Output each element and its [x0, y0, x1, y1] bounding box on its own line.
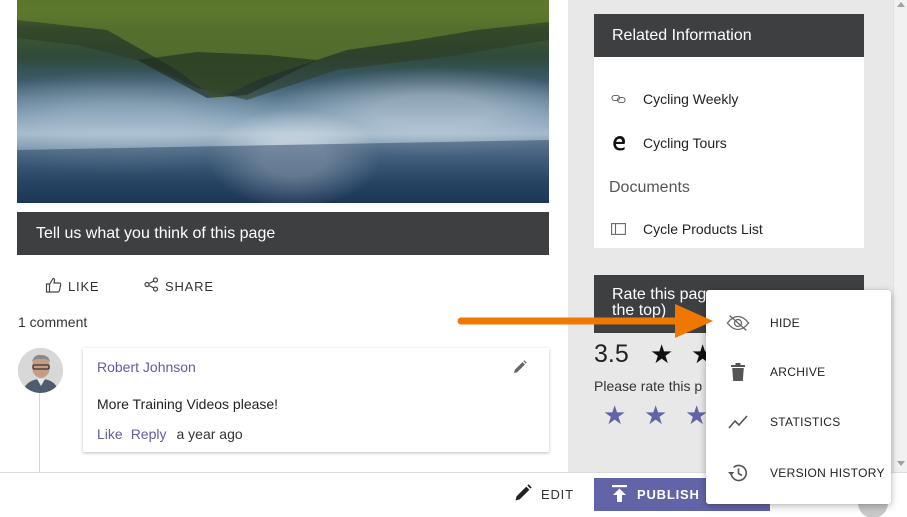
- rate-star-3-icon[interactable]: ★: [685, 402, 708, 428]
- menu-item-version-history[interactable]: VERSION HISTORY: [706, 448, 891, 498]
- edge-browser-icon: [610, 135, 627, 151]
- like-label: LIKE: [68, 278, 100, 294]
- pencil-icon[interactable]: [513, 360, 527, 379]
- comment-card: Robert Johnson More Training Videos plea…: [83, 348, 549, 452]
- share-label: SHARE: [165, 278, 214, 294]
- link-icon: [610, 94, 627, 104]
- documents-heading: Documents: [609, 179, 690, 196]
- menu-item-archive[interactable]: ARCHIVE: [706, 347, 891, 397]
- related-document-cycle-products-list[interactable]: Cycle Products List: [610, 221, 763, 237]
- page: Tell us what you think of this page LIKE…: [0, 0, 907, 517]
- thread-line: [39, 393, 40, 473]
- like-button[interactable]: LIKE: [45, 276, 99, 296]
- hide-eye-icon: [726, 311, 750, 335]
- trash-icon: [726, 360, 750, 384]
- list-layout-icon: [610, 223, 627, 235]
- scrollbar[interactable]: [893, 0, 907, 472]
- menu-item-label: VERSION HISTORY: [770, 466, 885, 480]
- edit-label: EDIT: [541, 487, 574, 502]
- related-link-label: Cycling Weekly: [643, 91, 739, 107]
- rate-star-2-icon[interactable]: ★: [644, 402, 667, 428]
- edit-button[interactable]: EDIT: [514, 484, 574, 505]
- orange-pointer-arrow-icon: [457, 302, 717, 347]
- related-information-header: Related Information: [594, 14, 864, 57]
- menu-item-statistics[interactable]: STATISTICS: [706, 397, 891, 447]
- share-button[interactable]: SHARE: [144, 276, 214, 296]
- comment-timestamp: a year ago: [176, 426, 243, 442]
- share-icon: [144, 277, 159, 295]
- related-document-label: Cycle Products List: [643, 221, 763, 237]
- comment-author[interactable]: Robert Johnson: [97, 359, 196, 375]
- related-link-label: Cycling Tours: [643, 135, 727, 151]
- related-link-cycling-weekly[interactable]: Cycling Weekly: [610, 91, 738, 107]
- comment-count: 1 comment: [18, 314, 88, 330]
- scroll-down-arrow-icon[interactable]: [897, 461, 905, 466]
- related-information-title: Related Information: [612, 26, 752, 44]
- hero-landscape-image: [17, 0, 549, 203]
- rate-star-1-icon[interactable]: ★: [603, 402, 626, 428]
- menu-item-label: HIDE: [770, 316, 800, 330]
- comment-like-link[interactable]: Like: [97, 426, 123, 442]
- history-clock-icon: [726, 461, 750, 485]
- thumbs-up-icon: [45, 277, 62, 296]
- upload-icon: [612, 484, 627, 505]
- avatar[interactable]: [18, 348, 63, 393]
- comment-reply-link[interactable]: Reply: [131, 426, 167, 442]
- context-menu: HIDE ARCHIVE STATISTICS VERSION HISTORY: [706, 290, 891, 504]
- publish-label: PUBLISH: [637, 487, 700, 502]
- menu-item-label: STATISTICS: [770, 415, 841, 429]
- related-link-cycling-tours[interactable]: Cycling Tours: [610, 135, 727, 151]
- scroll-up-arrow-icon[interactable]: [897, 2, 905, 7]
- menu-item-label: ARCHIVE: [770, 365, 826, 379]
- comment-meta: Like Reply a year ago: [97, 426, 243, 442]
- pencil-icon: [514, 484, 532, 505]
- related-information-card: Related Information Cycling Weekly Cycli…: [594, 14, 864, 248]
- menu-item-hide[interactable]: HIDE: [706, 298, 891, 348]
- feedback-title: Tell us what you think of this page: [36, 224, 276, 242]
- trend-line-icon: [726, 410, 750, 434]
- rate-prompt: Please rate this p: [594, 378, 703, 394]
- feedback-header: Tell us what you think of this page: [17, 212, 549, 255]
- comment-text: More Training Videos please!: [97, 396, 279, 412]
